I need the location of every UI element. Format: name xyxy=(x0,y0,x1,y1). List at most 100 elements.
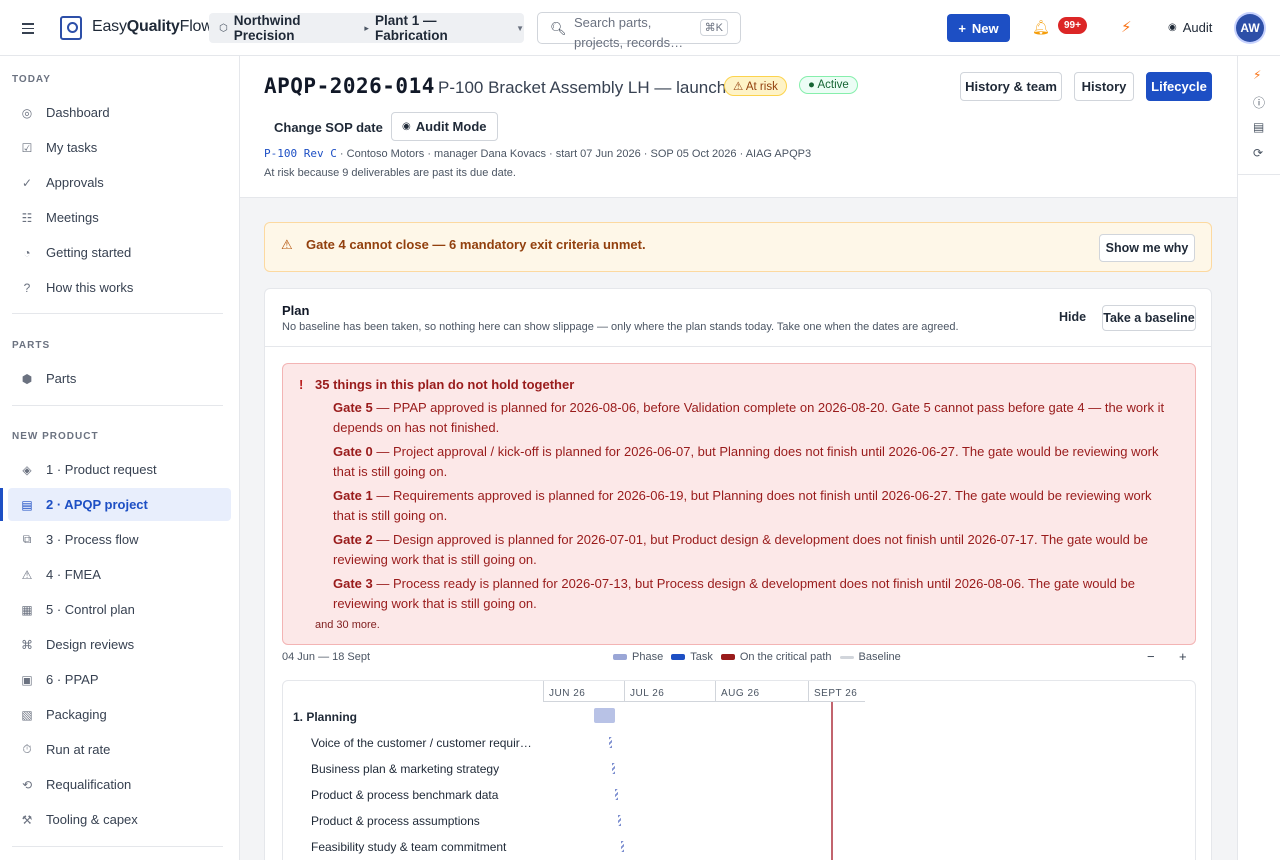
project-meta: P-100 Rev C · Contoso Motors · manager D… xyxy=(264,147,811,160)
hide-button[interactable]: Hide xyxy=(1059,310,1086,324)
requalification-icon: ⟲ xyxy=(21,777,33,792)
search-shortcut: ⌘K xyxy=(699,19,728,36)
sidebar-item-apqp-project[interactable]: ▤ 2 · APQP project xyxy=(0,488,231,521)
change-sop-button[interactable]: Change SOP date xyxy=(264,113,393,141)
avatar[interactable]: AW xyxy=(1236,14,1264,42)
info-icon[interactable]: ⓘ xyxy=(1253,94,1265,111)
audit-mode-button[interactable]: ◉ Audit Mode xyxy=(391,112,498,141)
show-me-why-button[interactable]: Show me why xyxy=(1099,234,1195,262)
gantt-row-task[interactable]: Business plan & marketing strategy xyxy=(311,762,499,776)
sidebar-item-label: Getting started xyxy=(46,245,132,260)
new-button[interactable]: + New xyxy=(947,14,1010,42)
org-icon: ⬡ xyxy=(219,22,228,34)
sidebar-section-title: NEW PRODUCT xyxy=(12,431,99,442)
getting-started-icon: ◔ xyxy=(23,245,31,260)
sidebar-item-packaging[interactable]: ▧ Packaging xyxy=(8,698,231,731)
issue-gate: Gate 3 xyxy=(333,576,373,591)
gantt-row-task[interactable]: Product & process benchmark data xyxy=(311,788,498,802)
audit-toggle[interactable]: ◉ Audit xyxy=(1168,20,1212,35)
sidebar-item-meetings[interactable]: ☷ Meetings xyxy=(8,201,231,234)
sidebar-item-tooling-capex[interactable]: ⚒ Tooling & capex xyxy=(8,803,231,836)
chevron-down-icon: ▼ xyxy=(516,23,524,33)
control-plan-icon: ▦ xyxy=(21,602,33,617)
sidebar-divider xyxy=(12,313,223,314)
gantt-task-marker[interactable] xyxy=(618,815,621,826)
meetings-icon: ☷ xyxy=(21,210,33,225)
lifecycle-button[interactable]: Lifecycle xyxy=(1146,72,1212,101)
gantt-task-marker[interactable] xyxy=(609,737,612,748)
month-header: JUN 26 xyxy=(543,681,624,702)
gantt-task-marker[interactable] xyxy=(615,789,618,800)
sidebar-item-ppap[interactable]: ▣ 6 · PPAP xyxy=(8,663,231,696)
sidebar-item-parts[interactable]: ⬢ Parts xyxy=(8,362,231,395)
sidebar-item-requalification[interactable]: ⟲ Requalification xyxy=(8,768,231,801)
history-team-button[interactable]: History & team xyxy=(960,72,1062,101)
run-at-rate-icon: ⏱ xyxy=(22,742,32,756)
tasks-icon: ☑ xyxy=(21,140,33,155)
zoom-in-button[interactable]: + xyxy=(1179,649,1187,664)
legend-swatch xyxy=(613,654,627,660)
help-icon: ? xyxy=(23,280,31,295)
sidebar-item-control-plan[interactable]: ▦ 5 · Control plan xyxy=(8,593,231,626)
process-flow-icon: ⧉ xyxy=(22,532,32,546)
search-input[interactable]: 🔍︎ Search parts, projects, records… ⌘K xyxy=(537,12,741,50)
sidebar-item-fmea[interactable]: ⚠ 4 · FMEA xyxy=(8,558,231,591)
legend-label: Task xyxy=(690,651,713,663)
sidebar-item-process-flow[interactable]: ⧉ 3 · Process flow xyxy=(8,523,231,556)
plan-issues-panel: ! 35 things in this plan do not hold tog… xyxy=(282,363,1196,645)
gantt-row-phase[interactable]: 1. Planning xyxy=(293,710,357,724)
gantt-row-task[interactable]: Voice of the customer / customer requir… xyxy=(311,736,532,750)
zoom-out-button[interactable]: − xyxy=(1147,649,1155,664)
sidebar-item-label: 2 · APQP project xyxy=(46,497,148,512)
sidebar-item-label: 5 · Control plan xyxy=(46,602,135,617)
warning-icon: ⚠ xyxy=(733,81,746,93)
gantt-row-task[interactable]: Product & process assumptions xyxy=(311,814,480,828)
context-org: Northwind Precision xyxy=(233,13,301,43)
history-button[interactable]: History xyxy=(1074,72,1134,101)
fmea-icon: ⚠ xyxy=(21,567,33,582)
sidebar-item-dashboard[interactable]: ◎ Dashboard xyxy=(8,96,231,129)
gate-warning-banner: ⚠ Gate 4 cannot close — 6 mandatory exit… xyxy=(264,222,1212,272)
legend-phase: Phase xyxy=(613,651,663,663)
sidebar-divider xyxy=(12,846,223,847)
plan-subtitle: No baseline has been taken, so nothing h… xyxy=(282,321,959,333)
gantt-task-marker[interactable] xyxy=(621,841,624,852)
menu-icon[interactable] xyxy=(22,20,40,36)
issue-text: — Requirements approved is planned for 2… xyxy=(333,488,1152,523)
issues-more-link[interactable]: and 30 more. xyxy=(315,619,380,631)
part-revision-link[interactable]: P-100 Rev C xyxy=(264,147,337,160)
sidebar-item-design-reviews[interactable]: ⌘ Design reviews xyxy=(8,628,231,661)
take-baseline-button[interactable]: Take a baseline xyxy=(1102,305,1196,331)
issue-item: Gate 1 — Requirements approved is planne… xyxy=(333,486,1171,526)
sidebar-item-my-tasks[interactable]: ☑ My tasks xyxy=(8,131,231,164)
sidebar-item-getting-started[interactable]: ◔ Getting started xyxy=(8,236,231,269)
parts-icon: ⬢ xyxy=(21,371,33,386)
sidebar-item-product-request[interactable]: ◈ 1 · Product request xyxy=(8,453,231,486)
gantt-task-marker[interactable] xyxy=(612,763,615,774)
lightning-icon[interactable]: ⚡︎ xyxy=(1121,18,1132,36)
gantt-phase-bar[interactable] xyxy=(594,708,615,723)
plan-title: Plan xyxy=(282,303,310,318)
sidebar-item-label: How this works xyxy=(46,280,134,295)
context-switcher[interactable]: ⬡ Northwind Precision ▸ Plant 1 — Fabric… xyxy=(209,13,524,43)
gantt-legend: Phase Task On the critical path Baseline xyxy=(613,651,901,663)
issue-text: — Project approval / kick-off is planned… xyxy=(333,444,1159,479)
issue-item: Gate 2 — Design approved is planned for … xyxy=(333,530,1171,570)
refresh-icon[interactable]: ⟳ xyxy=(1253,146,1263,160)
sidebar-item-run-at-rate[interactable]: ⏱ Run at rate xyxy=(8,733,231,766)
context-site: Plant 1 — Fabrication xyxy=(374,13,448,43)
sidebar-item-approvals[interactable]: ✓ Approvals xyxy=(8,166,231,199)
logo-icon xyxy=(60,16,82,40)
sidebar-item-how-this-works[interactable]: ? How this works xyxy=(8,271,231,304)
notification-badge[interactable]: 99+ xyxy=(1058,17,1087,34)
list-icon[interactable]: ▤ xyxy=(1253,120,1264,134)
rail-divider xyxy=(1238,174,1280,175)
brand-name[interactable]: EasyQualityFlow xyxy=(92,18,213,36)
issue-text: — Process ready is planned for 2026-07-1… xyxy=(333,576,1135,611)
top-bar: EasyQualityFlow ⬡ Northwind Precision ▸ … xyxy=(0,0,1280,56)
gantt-row-task[interactable]: Feasibility study & team commitment xyxy=(311,840,506,854)
month-header: SEPT 26 xyxy=(808,681,865,702)
search-placeholder: Search parts, projects, records… xyxy=(574,15,684,50)
lightning-icon[interactable]: ⚡︎ xyxy=(1253,68,1261,82)
bell-icon[interactable]: 🔔︎ xyxy=(1032,19,1050,36)
